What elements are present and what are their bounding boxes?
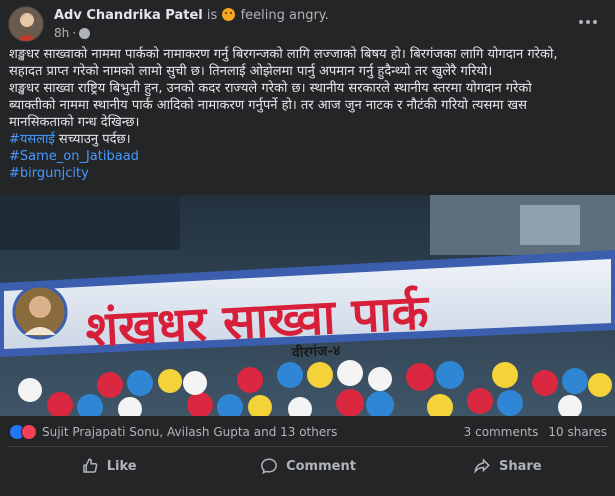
- love-reaction-icon: [21, 424, 37, 440]
- post-photo[interactable]: शंखधर साख्वा पार्क वीरगंज-४: [0, 195, 615, 416]
- hashtag-link[interactable]: #यसलाई: [9, 132, 55, 147]
- share-icon: [474, 458, 490, 474]
- share-button[interactable]: Share: [408, 450, 607, 482]
- is-text: is: [206, 8, 218, 23]
- shares-count[interactable]: 10 shares: [548, 425, 607, 439]
- post-header: Adv Chandrika Patel is feeling angry. 8h…: [8, 6, 608, 42]
- separator-dot: ·: [72, 26, 77, 40]
- hashtag-line: #यसलाई सच्याउनु पर्दछ।: [9, 131, 607, 148]
- body-line: शङ्खधर साख्वा राष्ट्रिय बिभुती हुन, उनको…: [9, 81, 532, 96]
- hashtag-link[interactable]: #birgunjcity: [9, 166, 89, 181]
- author-avatar[interactable]: [8, 6, 44, 42]
- reaction-icons[interactable]: [9, 424, 39, 440]
- author-line: Adv Chandrika Patel is feeling angry.: [54, 8, 329, 23]
- author-name[interactable]: Adv Chandrika Patel: [54, 8, 203, 23]
- reactions-bar: Sujit Prajapati Sonu, Avilash Gupta and …: [9, 422, 607, 442]
- like-button[interactable]: Like: [9, 450, 208, 482]
- comment-button[interactable]: Comment: [208, 450, 407, 482]
- post-body: शङ्खधर साख्वाको नाममा पार्कको नामाकरण गर…: [9, 46, 607, 182]
- divider: [9, 446, 607, 447]
- comments-count[interactable]: 3 comments: [464, 425, 539, 439]
- hashtag-line: #birgunjcity: [9, 165, 607, 182]
- dot-icon: [586, 20, 590, 24]
- angry-emoji-icon: [222, 8, 236, 21]
- banner-portrait: [12, 284, 68, 340]
- globe-icon[interactable]: [79, 27, 91, 39]
- banner-subtext: वीरगंज-४: [291, 342, 341, 362]
- hashtag-line: #Same_on_Jatibaad: [9, 148, 607, 165]
- comment-label: Comment: [286, 458, 356, 474]
- post-meta: 8h ·: [54, 26, 91, 40]
- hashtag-link[interactable]: #Same_on_Jatibaad: [9, 149, 139, 164]
- dot-icon: [579, 20, 583, 24]
- feeling-text: feeling angry.: [240, 8, 329, 23]
- hashtag-suffix: सच्याउनु पर्दछ।: [54, 132, 131, 147]
- thumbs-up-icon: [82, 458, 98, 473]
- facebook-post: Adv Chandrika Patel is feeling angry. 8h…: [0, 0, 615, 496]
- engagement-counts: 3 comments 10 shares: [464, 425, 607, 439]
- action-bar: Like Comment Share: [9, 450, 607, 482]
- more-options-button[interactable]: [576, 10, 600, 34]
- dot-icon: [593, 20, 597, 24]
- post-time[interactable]: 8h: [54, 26, 69, 40]
- reaction-names[interactable]: Sujit Prajapati Sonu, Avilash Gupta and …: [42, 425, 337, 439]
- like-label: Like: [106, 458, 137, 474]
- body-line: सहादत प्राप्त गरेको नामको लामो सुची छ। त…: [9, 64, 493, 79]
- share-label: Share: [499, 458, 542, 474]
- body-line: मानसिकताको गन्ध देखिन्छ।: [9, 115, 140, 130]
- comment-icon: [261, 458, 277, 475]
- body-line: ब्याक्तीको नाममा स्थानीय पार्क आदिको नाम…: [9, 98, 527, 113]
- body-line: शङ्खधर साख्वाको नाममा पार्कको नामाकरण गर…: [9, 47, 558, 62]
